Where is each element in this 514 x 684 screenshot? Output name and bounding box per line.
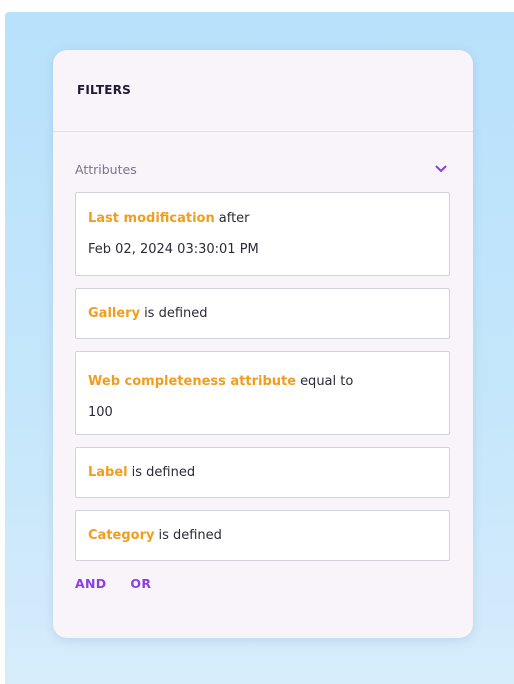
filter-web-completeness[interactable]: Web completeness attribute equal to 100 bbox=[75, 351, 450, 435]
filter-attribute: Last modification bbox=[88, 211, 215, 226]
filter-label[interactable]: Label is defined bbox=[75, 447, 450, 498]
panel-header: FILTERS bbox=[53, 50, 473, 132]
filter-attribute: Label bbox=[88, 465, 128, 480]
attributes-section-header[interactable]: Attributes bbox=[75, 158, 449, 180]
filter-operator: is defined bbox=[158, 528, 222, 543]
filter-attribute: Gallery bbox=[88, 306, 141, 321]
filter-last-modification[interactable]: Last modification after Feb 02, 2024 03:3… bbox=[75, 192, 450, 276]
filter-list: Last modification after Feb 02, 2024 03:3… bbox=[75, 192, 450, 561]
or-button[interactable]: OR bbox=[130, 576, 151, 591]
filter-operator: is defined bbox=[144, 306, 208, 321]
filter-operator: after bbox=[218, 211, 250, 226]
logic-operators: AND OR bbox=[75, 576, 151, 591]
filter-value: Feb 02, 2024 03:30:01 PM bbox=[88, 242, 259, 257]
filter-operator: is defined bbox=[131, 465, 196, 480]
filters-panel: FILTERS Attributes Last modification afte… bbox=[53, 50, 473, 638]
filter-value: 100 bbox=[88, 405, 113, 420]
filter-attribute: Category bbox=[88, 528, 155, 543]
filter-operator: equal to bbox=[300, 374, 354, 389]
panel-title: FILTERS bbox=[77, 83, 131, 97]
and-button[interactable]: AND bbox=[75, 576, 106, 591]
chevron-down-icon[interactable] bbox=[433, 161, 449, 177]
section-label: Attributes bbox=[75, 161, 137, 177]
filter-attribute: Web completeness attribute bbox=[88, 374, 297, 389]
filter-category[interactable]: Category is defined bbox=[75, 510, 450, 561]
filter-gallery[interactable]: Gallery is defined bbox=[75, 288, 450, 339]
